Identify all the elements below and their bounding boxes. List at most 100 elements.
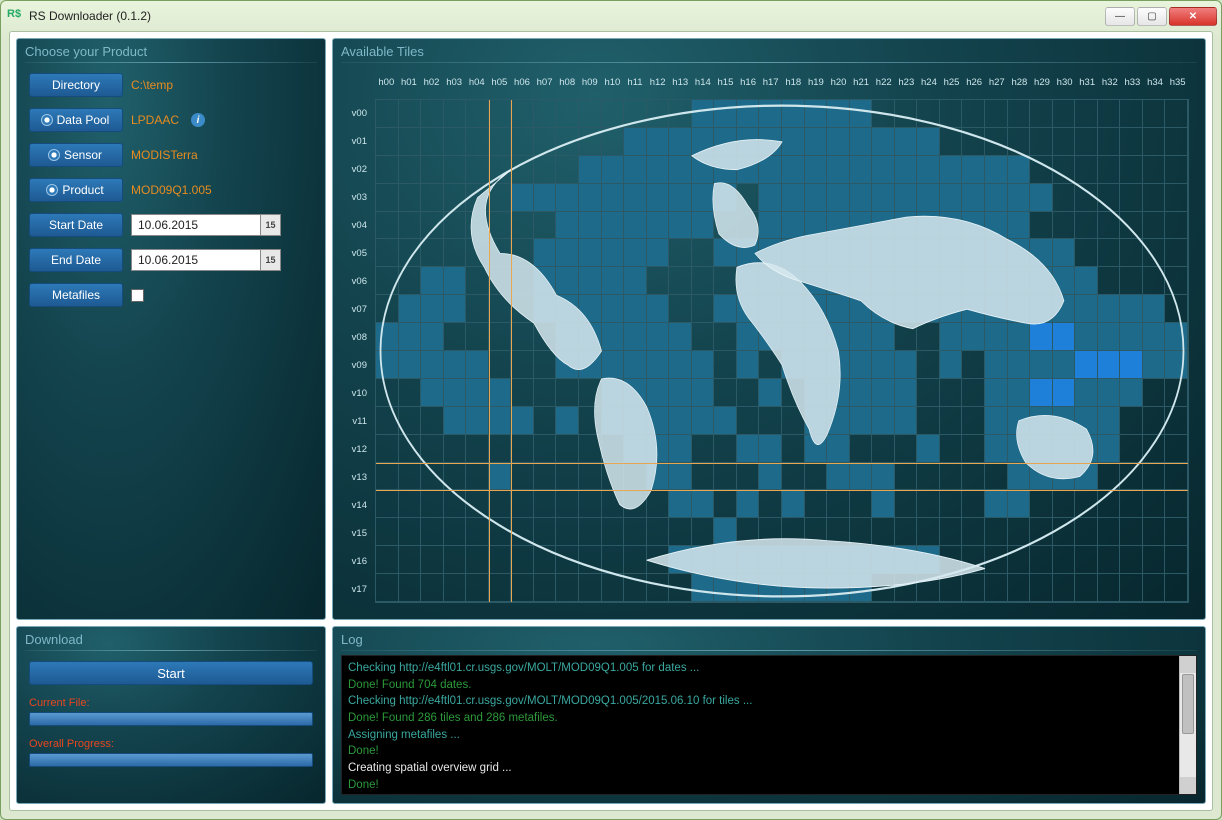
tile-cell[interactable] xyxy=(805,518,828,546)
tile-cell[interactable] xyxy=(1030,379,1053,407)
tile-cell[interactable] xyxy=(1030,128,1053,156)
tile-cell[interactable] xyxy=(1165,239,1188,267)
tile-cell[interactable] xyxy=(962,546,985,574)
tile-cell[interactable] xyxy=(872,490,895,518)
tile-cell[interactable] xyxy=(579,407,602,435)
log-box[interactable]: Checking http://e4ftl01.cr.usgs.gov/MOLT… xyxy=(341,655,1197,795)
tile-cell[interactable] xyxy=(985,546,1008,574)
tile-cell[interactable] xyxy=(1030,546,1053,574)
tile-cell[interactable] xyxy=(1008,518,1031,546)
tile-cell[interactable] xyxy=(1008,435,1031,463)
tile-cell[interactable] xyxy=(1098,267,1121,295)
tile-cell[interactable] xyxy=(399,100,422,128)
tile-cell[interactable] xyxy=(1098,574,1121,602)
tile-cell[interactable] xyxy=(827,156,850,184)
tile-cell[interactable] xyxy=(872,351,895,379)
tile-cell[interactable] xyxy=(1143,407,1166,435)
tile-cell[interactable] xyxy=(940,323,963,351)
tile-cell[interactable] xyxy=(782,295,805,323)
tile-cell[interactable] xyxy=(692,435,715,463)
tile-cell[interactable] xyxy=(511,267,534,295)
tile-cell[interactable] xyxy=(624,128,647,156)
tile-cell[interactable] xyxy=(1120,295,1143,323)
tile-cell[interactable] xyxy=(940,407,963,435)
tile-cell[interactable] xyxy=(1008,546,1031,574)
tile-cell[interactable] xyxy=(1030,490,1053,518)
tile-cell[interactable] xyxy=(534,546,557,574)
tile-cell[interactable] xyxy=(579,379,602,407)
tile-cell[interactable] xyxy=(805,100,828,128)
tile-cell[interactable] xyxy=(1030,518,1053,546)
tile-cell[interactable] xyxy=(1053,574,1076,602)
tile-cell[interactable] xyxy=(895,128,918,156)
tile-cell[interactable] xyxy=(376,518,399,546)
tile-cell[interactable] xyxy=(602,351,625,379)
tile-cell[interactable] xyxy=(827,323,850,351)
tile-cell[interactable] xyxy=(511,435,534,463)
tile-cell[interactable] xyxy=(602,295,625,323)
startdate-input[interactable] xyxy=(131,214,261,236)
tile-cell[interactable] xyxy=(579,323,602,351)
tile-cell[interactable] xyxy=(1143,351,1166,379)
tile-cell[interactable] xyxy=(1165,574,1188,602)
tile-cell[interactable] xyxy=(850,518,873,546)
tile-cell[interactable] xyxy=(714,463,737,491)
tile-cell[interactable] xyxy=(376,184,399,212)
tile-cell[interactable] xyxy=(692,518,715,546)
tile-cell[interactable] xyxy=(534,184,557,212)
tile-cell[interactable] xyxy=(466,212,489,240)
tile-cell[interactable] xyxy=(421,128,444,156)
tile-cell[interactable] xyxy=(421,100,444,128)
tile-cell[interactable] xyxy=(692,128,715,156)
tile-cell[interactable] xyxy=(692,546,715,574)
tile-cell[interactable] xyxy=(1143,239,1166,267)
tile-cell[interactable] xyxy=(444,518,467,546)
tile-cell[interactable] xyxy=(805,212,828,240)
tile-cell[interactable] xyxy=(556,295,579,323)
tile-cell[interactable] xyxy=(1120,100,1143,128)
tile-cell[interactable] xyxy=(805,351,828,379)
tile-cell[interactable] xyxy=(669,267,692,295)
tile-cell[interactable] xyxy=(669,574,692,602)
tile-cell[interactable] xyxy=(759,463,782,491)
tile-cell[interactable] xyxy=(421,463,444,491)
tile-cell[interactable] xyxy=(714,239,737,267)
tile-cell[interactable] xyxy=(917,463,940,491)
tile-cell[interactable] xyxy=(624,100,647,128)
tile-cell[interactable] xyxy=(1098,323,1121,351)
tile-cell[interactable] xyxy=(805,184,828,212)
tile-cell[interactable] xyxy=(534,267,557,295)
tile-cell[interactable] xyxy=(1053,323,1076,351)
tile-cell[interactable] xyxy=(669,435,692,463)
tile-cell[interactable] xyxy=(985,156,1008,184)
tile-cell[interactable] xyxy=(1053,156,1076,184)
tile-cell[interactable] xyxy=(805,128,828,156)
tile-cell[interactable] xyxy=(466,518,489,546)
tile-cell[interactable] xyxy=(1008,100,1031,128)
tile-cell[interactable] xyxy=(647,379,670,407)
tile-cell[interactable] xyxy=(985,574,1008,602)
tile-cell[interactable] xyxy=(1165,435,1188,463)
tile-cell[interactable] xyxy=(511,407,534,435)
tile-cell[interactable] xyxy=(1053,128,1076,156)
tile-cell[interactable] xyxy=(1075,156,1098,184)
tile-cell[interactable] xyxy=(872,128,895,156)
tile-cell[interactable] xyxy=(1165,546,1188,574)
tile-cell[interactable] xyxy=(511,490,534,518)
tile-cell[interactable] xyxy=(1120,156,1143,184)
datapool-button[interactable]: Data Pool xyxy=(29,108,123,132)
tile-cell[interactable] xyxy=(692,490,715,518)
info-icon[interactable]: i xyxy=(191,113,205,127)
tile-cell[interactable] xyxy=(782,267,805,295)
tile-cell[interactable] xyxy=(737,128,760,156)
tile-cell[interactable] xyxy=(511,463,534,491)
tile-cell[interactable] xyxy=(421,546,444,574)
tile-cell[interactable] xyxy=(534,407,557,435)
tile-cell[interactable] xyxy=(805,295,828,323)
tile-cell[interactable] xyxy=(895,546,918,574)
tile-cell[interactable] xyxy=(782,323,805,351)
tile-cell[interactable] xyxy=(1120,435,1143,463)
tile-cell[interactable] xyxy=(1120,212,1143,240)
tile-cell[interactable] xyxy=(1075,574,1098,602)
tile-cell[interactable] xyxy=(669,156,692,184)
